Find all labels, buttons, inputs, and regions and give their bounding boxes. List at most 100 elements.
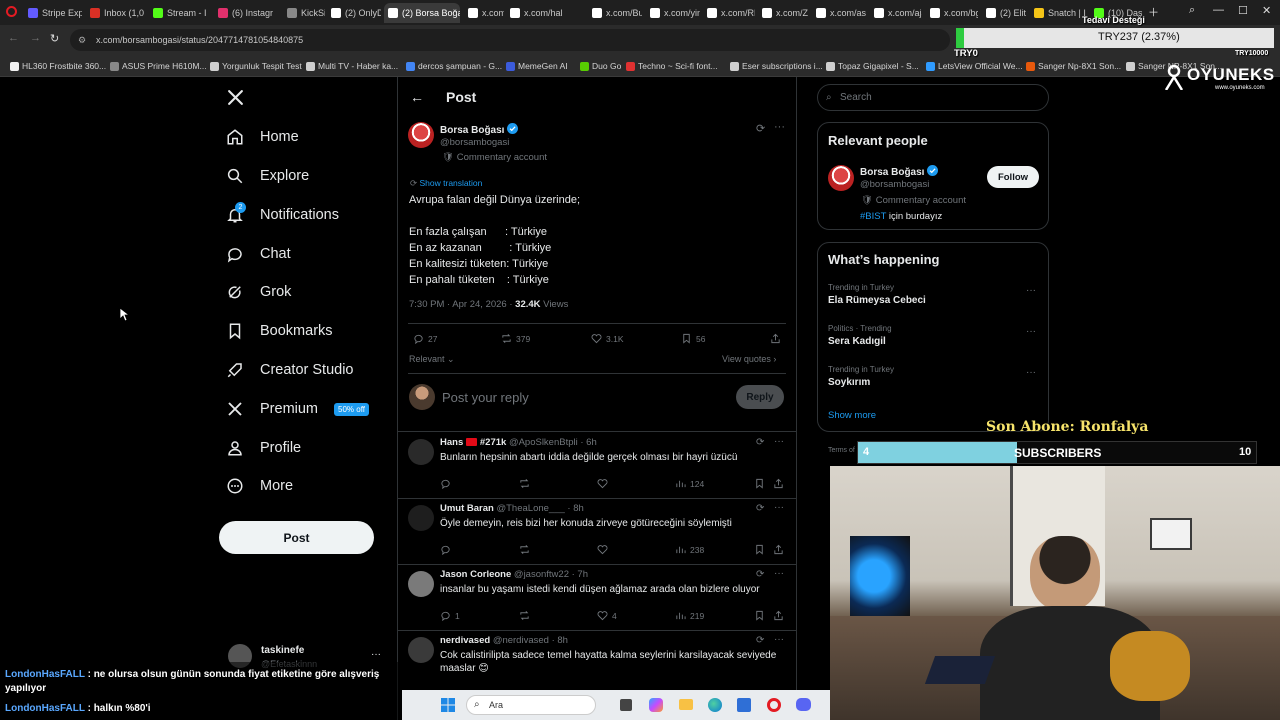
bookmark-item[interactable]: Sanger Np-8X1 Son... [1026,59,1121,73]
browser-tab[interactable]: x.com/bg [926,3,978,23]
browser-tab[interactable]: x.com/aja [870,3,922,23]
reply-post[interactable]: Hans #271k @ApoSlkenBtpli · 6h ⟳ ··· Bunlar… [398,433,797,499]
reply-views-button[interactable]: 124 [675,478,704,489]
search-input[interactable]: ⌕ Search [817,84,1049,111]
reply-views-button[interactable]: 219 [675,610,704,621]
reply-button[interactable]: 27 [413,333,437,344]
repost-button[interactable]: 379 [501,333,530,344]
nav-item-explore[interactable]: Explore [226,162,309,190]
browser-tab[interactable]: Inbox (1,0 [86,3,144,23]
edge-icon[interactable] [708,698,722,712]
reply-bookmark-button[interactable] [754,610,765,621]
bio-hashtag[interactable]: #BIST [860,211,886,222]
maximize-icon[interactable]: ☐ [1238,4,1248,17]
url-field[interactable]: ⚙ x.com/borsambogasi/status/204771478105… [70,29,950,51]
nav-item-profile[interactable]: Profile [226,434,301,462]
copilot-icon[interactable] [649,698,663,712]
reply-author[interactable]: Jason Corleone [440,569,511,580]
nav-item-creator-studio[interactable]: Creator Studio [226,356,354,384]
browser-tab[interactable]: Snatch | I [1030,3,1086,23]
windows-start-icon[interactable] [441,698,455,712]
like-button[interactable]: 3.1K [591,333,624,344]
reply-more-icon[interactable]: ··· [774,436,784,447]
reply-more-icon[interactable]: ··· [774,634,784,645]
person-avatar[interactable] [828,165,854,191]
bookmark-button[interactable]: 56 [681,333,705,344]
browser-tab[interactable]: (2) Elit M [982,3,1026,23]
nav-item-notifications[interactable]: 2 Notifications [226,201,339,229]
task-view-icon[interactable] [620,699,632,711]
reply-reply-button[interactable] [440,478,455,489]
reply-post[interactable]: Umut Baran @TheaLone___ · 8h ⟳ ··· Öyle dem… [398,499,797,565]
reply-bookmark-button[interactable] [754,544,765,555]
bookmark-item[interactable]: dercos şampuan - G... [406,59,502,73]
reply-views-button[interactable]: 238 [675,544,704,555]
browser-tab[interactable]: x.com/Bu [588,3,642,23]
browser-tab[interactable]: Stripe Exp [24,3,82,23]
reply-post[interactable]: Jason Corleone @jasonftw22 · 7h ⟳ ··· insan… [398,565,797,631]
store-icon[interactable] [737,698,751,712]
bookmark-item[interactable]: Multi TV - Haber ka... [306,59,398,73]
discord-icon[interactable] [796,698,811,711]
browser-tab[interactable]: (2) Borsa Boğası [384,3,460,23]
bookmark-item[interactable]: MemeGen AI [506,59,568,73]
author-avatar[interactable] [408,122,434,148]
reply-author[interactable]: nerdivased [440,635,490,646]
bookmark-item[interactable]: Yorgunluk Tespit Test [210,59,302,73]
nav-item-chat[interactable]: Chat [226,240,291,268]
reply-repost-button[interactable] [519,544,534,555]
browser-tab[interactable]: x.com/hal [506,3,584,23]
post-more-icon[interactable]: ··· [774,121,785,133]
show-translation-link[interactable]: Show translation [420,178,483,188]
reply-author[interactable]: Umut Baran [440,503,494,514]
back-icon[interactable]: ← [8,32,19,44]
reply-input[interactable]: Post your reply [442,390,529,405]
opera-taskbar-icon[interactable] [767,698,781,712]
nav-item-bookmarks[interactable]: Bookmarks [226,317,333,345]
bookmark-item[interactable]: Eser subscriptions i... [730,59,823,73]
trend-more-icon[interactable]: ··· [1026,326,1036,337]
grok-post-icon[interactable]: ⟳ [756,122,765,135]
reply-repost-button[interactable] [519,478,534,489]
file-explorer-icon[interactable] [679,699,693,710]
browser-tab[interactable]: x.com/RE [703,3,755,23]
reply-post[interactable]: nerdivased @nerdivased · 8h ⟳ ··· Cok calis… [398,631,797,697]
browser-tab[interactable]: x.com/as [812,3,866,23]
compose-post-button[interactable]: Post [219,521,374,554]
forward-icon[interactable]: → [30,32,41,44]
grok-icon[interactable]: ⟳ [756,437,764,448]
reply-reply-button[interactable]: 1 [440,610,460,621]
author-name-row[interactable]: Borsa Boğası [440,123,519,136]
reply-avatar[interactable] [408,637,434,663]
taskbar-search[interactable]: ⌕ Ara [466,695,596,715]
minimize-icon[interactable]: — [1213,4,1224,16]
new-tab-icon[interactable]: ＋ [1148,4,1159,20]
bookmark-item[interactable]: Techno ~ Sci-fi font... [626,59,718,73]
search-tabs-icon[interactable]: ⌕ [1189,4,1195,17]
bookmark-item[interactable]: Topaz Gigapixel - S... [826,59,919,73]
reply-submit-button[interactable]: Reply [736,385,784,409]
browser-tab[interactable]: x.com/kal [464,3,504,23]
trend-more-icon[interactable]: ··· [1026,285,1036,296]
person-name-row[interactable]: Borsa Boğası [860,165,939,178]
browser-tab[interactable]: x.com/yin [646,3,700,23]
reload-icon[interactable]: ↻ [50,32,59,45]
translation-row[interactable]: ⟳ Show translation [410,178,482,189]
reply-avatar[interactable] [408,505,434,531]
reply-reply-button[interactable] [440,544,455,555]
browser-tab[interactable]: (2) OnlyD [327,3,381,23]
browser-tab[interactable]: KickSight [283,3,325,23]
browser-tab[interactable]: x.com/Zar [758,3,808,23]
reply-like-button[interactable]: 4 [597,610,617,621]
reply-like-button[interactable] [597,478,612,489]
trend-item[interactable]: Trending in Turkey Soykırım ··· [818,363,1048,399]
reply-share-button[interactable] [773,610,784,621]
follow-button[interactable]: Follow [987,166,1039,188]
nav-item-more[interactable]: More [226,472,293,500]
x-logo-icon[interactable] [227,89,244,106]
account-more-icon[interactable]: ··· [371,649,381,660]
bookmark-item[interactable]: ASUS Prime H610M... [110,59,207,73]
terms-link[interactable]: Terms of [828,447,855,454]
reply-more-icon[interactable]: ··· [774,568,784,579]
reply-like-button[interactable] [597,544,612,555]
